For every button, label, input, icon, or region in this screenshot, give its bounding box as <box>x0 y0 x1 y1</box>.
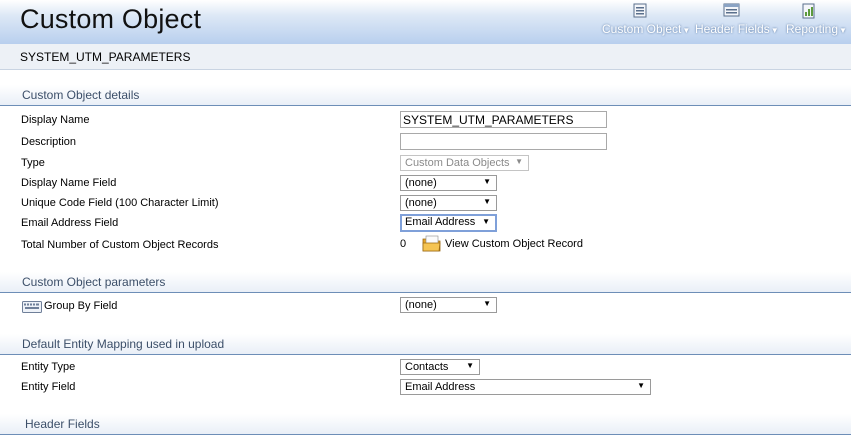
section-title: Header Fields <box>25 417 100 431</box>
chevron-down-icon: ▼ <box>483 197 491 206</box>
entity-type-value: Contacts <box>405 361 449 373</box>
entity-field-value: Email Address <box>405 381 476 393</box>
type-select-value: Custom Data Objects <box>405 157 510 169</box>
group-by-field-label: Group By Field <box>44 300 118 312</box>
reporting-icon <box>802 3 815 19</box>
app-header: Custom Object Custom Object▼ Header Fiel… <box>0 0 851 44</box>
entity-field-label: Entity Field <box>21 381 76 393</box>
reporting-menu-label: Reporting <box>786 22 839 36</box>
page-title: Custom Object <box>20 4 202 34</box>
email-address-field-label: Email Address Field <box>21 217 119 229</box>
group-by-field-value: (none) <box>405 299 437 311</box>
email-address-field-select[interactable]: Email Address ▼ <box>400 214 497 232</box>
email-address-field-value: Email Address <box>405 216 476 228</box>
display-name-field-select[interactable]: (none) ▼ <box>400 175 497 191</box>
object-name: SYSTEM_UTM_PARAMETERS <box>20 50 191 64</box>
chevron-down-icon: ▼ <box>770 26 779 35</box>
entity-field-select[interactable]: Email Address ▼ <box>400 379 651 395</box>
section-default-entity-mapping: Default Entity Mapping used in upload <box>0 334 851 355</box>
chevron-down-icon: ▼ <box>515 157 523 166</box>
custom-object-menu-label: Custom Object <box>602 22 682 36</box>
custom-object-menu[interactable]: Custom Object▼ <box>600 0 690 44</box>
section-custom-object-details: Custom Object details <box>0 85 851 106</box>
description-label: Description <box>21 136 77 148</box>
display-name-label: Display Name <box>21 114 90 126</box>
chevron-down-icon: ▼ <box>682 26 691 35</box>
header-fields-menu-label: Header Fields <box>695 22 770 36</box>
type-label: Type <box>21 157 45 169</box>
chevron-down-icon: ▼ <box>839 26 847 35</box>
chevron-down-icon: ▼ <box>466 361 474 370</box>
section-header-fields: Header Fields <box>0 414 851 435</box>
display-name-field-value: (none) <box>405 177 437 189</box>
unique-code-field-label: Unique Code Field (100 Character Limit) <box>21 197 219 209</box>
chevron-down-icon: ▼ <box>483 177 491 186</box>
header-fields-menu[interactable]: Header Fields▼ <box>693 0 779 44</box>
chevron-down-icon: ▼ <box>482 217 490 226</box>
group-by-field-select[interactable]: (none) ▼ <box>400 297 497 313</box>
section-title: Custom Object parameters <box>22 275 166 289</box>
section-title: Default Entity Mapping used in upload <box>22 337 225 351</box>
display-name-input[interactable] <box>400 111 607 128</box>
total-records-label: Total Number of Custom Object Records <box>21 239 219 251</box>
unique-code-field-value: (none) <box>405 197 437 209</box>
view-custom-object-record-link[interactable]: View Custom Object Record <box>445 238 583 250</box>
header-fields-icon <box>723 3 740 17</box>
type-select: Custom Data Objects ▼ <box>400 155 529 171</box>
entity-type-select[interactable]: Contacts ▼ <box>400 359 480 375</box>
total-records-count: 0 <box>400 238 407 250</box>
chevron-down-icon: ▼ <box>637 381 645 390</box>
unique-code-field-select[interactable]: (none) ▼ <box>400 195 497 211</box>
display-name-field-label: Display Name Field <box>21 177 117 189</box>
entity-type-label: Entity Type <box>21 361 76 373</box>
object-name-bar: SYSTEM_UTM_PARAMETERS <box>0 44 851 70</box>
section-title: Custom Object details <box>22 88 140 102</box>
keyboard-icon <box>22 301 42 313</box>
section-custom-object-parameters: Custom Object parameters <box>0 272 851 293</box>
folder-records-icon[interactable] <box>422 235 442 253</box>
reporting-menu[interactable]: Reporting▼ <box>784 0 847 44</box>
chevron-down-icon: ▼ <box>483 299 491 308</box>
description-input[interactable] <box>400 133 607 150</box>
custom-object-icon <box>633 3 647 18</box>
